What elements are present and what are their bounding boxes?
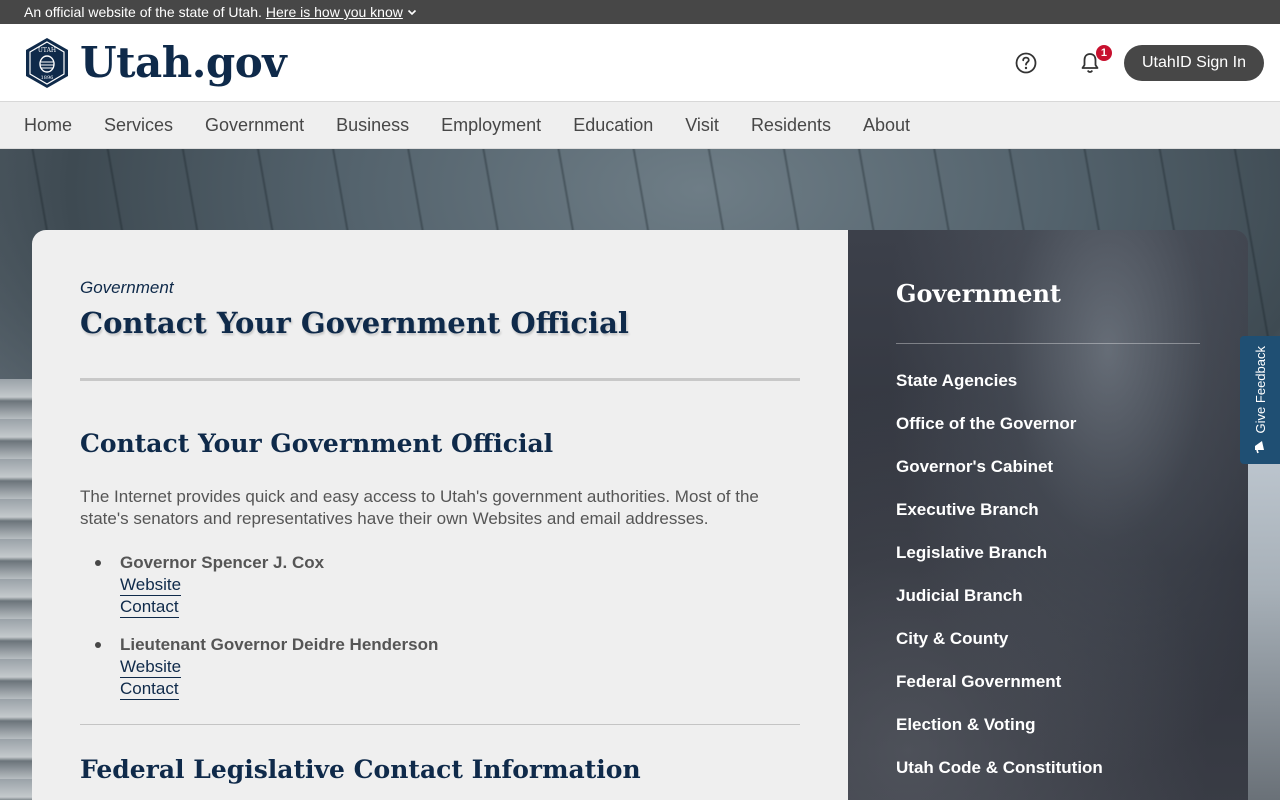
sidebar-item-election-voting[interactable]: Election & Voting — [896, 714, 1200, 736]
official-banner: An official website of the state of Utah… — [0, 0, 1280, 24]
lt-governor-contact-link[interactable]: Contact — [120, 679, 179, 700]
government-sidebar: Government State Agencies Office of the … — [848, 230, 1248, 800]
notification-badge: 1 — [1095, 44, 1112, 61]
seal-top-text: UTAH — [38, 47, 56, 54]
logo-text: Utah.gov — [80, 38, 287, 87]
list-item: Governor Spencer J. Cox Website Contact — [95, 552, 800, 618]
nav-item-services[interactable]: Services — [104, 115, 173, 136]
give-feedback-tab[interactable]: Give Feedback — [1240, 336, 1280, 464]
feedback-label: Give Feedback — [1252, 346, 1268, 434]
nav-item-visit[interactable]: Visit — [685, 115, 719, 136]
list-item: Lieutenant Governor Deidre Henderson Web… — [95, 634, 800, 700]
site-header: UTAH 1896 Utah.gov 1 UtahID Sign In — [0, 24, 1280, 102]
sidebar-item-executive-branch[interactable]: Executive Branch — [896, 499, 1200, 521]
sidebar-item-city-county[interactable]: City & County — [896, 628, 1200, 650]
header-actions: 1 UtahID Sign In — [1014, 44, 1264, 81]
sidebar-item-office-of-the-governor[interactable]: Office of the Governor — [896, 413, 1200, 435]
sidebar-item-legislative-branch[interactable]: Legislative Branch — [896, 542, 1200, 564]
sidebar-item-state-agencies[interactable]: State Agencies — [896, 370, 1200, 392]
megaphone-icon — [1255, 440, 1264, 453]
main-nav: Home Services Government Business Employ… — [0, 102, 1280, 149]
utah-seal-icon: UTAH 1896 — [26, 37, 68, 88]
sidebar-divider — [896, 343, 1200, 344]
chevron-down-icon — [407, 9, 416, 16]
utah-gov-logo[interactable]: UTAH 1896 Utah.gov — [24, 37, 287, 89]
governor-contact-link[interactable]: Contact — [120, 597, 179, 618]
official-name: Lieutenant Governor Deidre Henderson — [120, 635, 439, 654]
nav-item-employment[interactable]: Employment — [441, 115, 541, 136]
capitol-columns — [0, 379, 32, 800]
sidebar-item-utah-code-constitution[interactable]: Utah Code & Constitution — [896, 757, 1200, 779]
sidebar-title: Government — [896, 279, 1062, 308]
lt-governor-website-link[interactable]: Website — [120, 657, 182, 678]
section-title: Contact Your Government Official — [80, 429, 554, 458]
notifications-button[interactable]: 1 — [1078, 44, 1112, 75]
nav-item-residents[interactable]: Residents — [751, 115, 831, 136]
how-you-know-link[interactable]: Here is how you know — [266, 1, 417, 23]
official-name: Governor Spencer J. Cox — [120, 553, 325, 572]
section-divider — [80, 724, 800, 725]
nav-item-government[interactable]: Government — [205, 115, 304, 136]
nav-item-business[interactable]: Business — [336, 115, 409, 136]
page-title: Contact Your Government Official — [80, 306, 629, 340]
nav-item-education[interactable]: Education — [573, 115, 653, 136]
utahid-signin-button[interactable]: UtahID Sign In — [1123, 44, 1264, 81]
breadcrumb[interactable]: Government — [80, 278, 800, 298]
next-section-title: Federal Legislative Contact Information — [80, 755, 641, 784]
content-card: Government Contact Your Government Offic… — [32, 230, 1248, 800]
title-divider — [80, 378, 800, 381]
governor-website-link[interactable]: Website — [120, 575, 182, 596]
nav-item-home[interactable]: Home — [24, 115, 72, 136]
seal-bottom-text: 1896 — [41, 75, 54, 81]
officials-list: Governor Spencer J. Cox Website Contact … — [80, 552, 800, 700]
sidebar-item-judicial-branch[interactable]: Judicial Branch — [896, 585, 1200, 607]
how-you-know-label: Here is how you know — [265, 4, 403, 20]
main-content: Government Contact Your Government Offic… — [32, 230, 848, 800]
help-icon[interactable] — [1014, 51, 1038, 75]
sidebar-item-federal-government[interactable]: Federal Government — [896, 671, 1200, 693]
sidebar-item-governors-cabinet[interactable]: Governor's Cabinet — [896, 456, 1200, 478]
nav-item-about[interactable]: About — [863, 115, 910, 136]
intro-paragraph: The Internet provides quick and easy acc… — [80, 487, 759, 528]
official-banner-text: An official website of the state of Utah… — [24, 4, 262, 20]
